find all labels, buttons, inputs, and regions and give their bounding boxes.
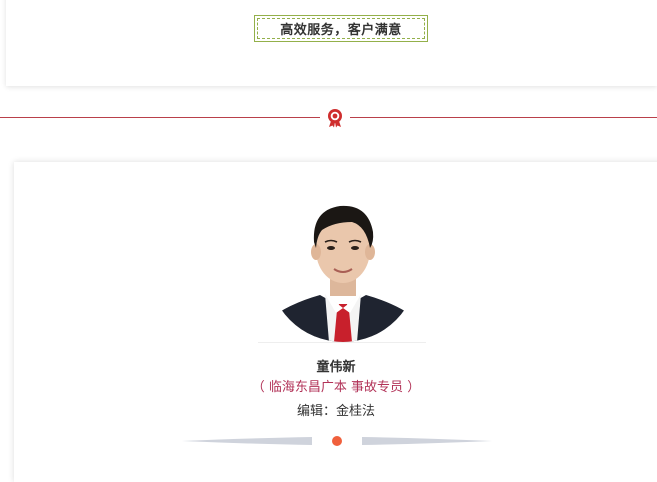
rosette-badge-icon bbox=[320, 104, 350, 132]
slogan-text: 高效服务，客户满意 bbox=[257, 18, 425, 39]
slogan-frame: 高效服务，客户满意 bbox=[254, 15, 428, 42]
profile-photo: · bbox=[268, 192, 418, 342]
profile-name: 童伟新 bbox=[316, 360, 356, 375]
profile-card: · 童伟新 （ 临海东昌广本 事故专员 ） 编辑：金桂法 bbox=[14, 162, 657, 482]
editor-credit: 编辑：金桂法 bbox=[296, 404, 375, 419]
dot-divider-icon bbox=[182, 432, 492, 446]
slogan-card: 高效服务，客户满意 bbox=[6, 0, 657, 86]
svg-text:·: · bbox=[386, 331, 387, 336]
photo-underline bbox=[258, 342, 426, 343]
profile-position: （ 临海东昌广本 事故专员 ） bbox=[251, 380, 421, 395]
